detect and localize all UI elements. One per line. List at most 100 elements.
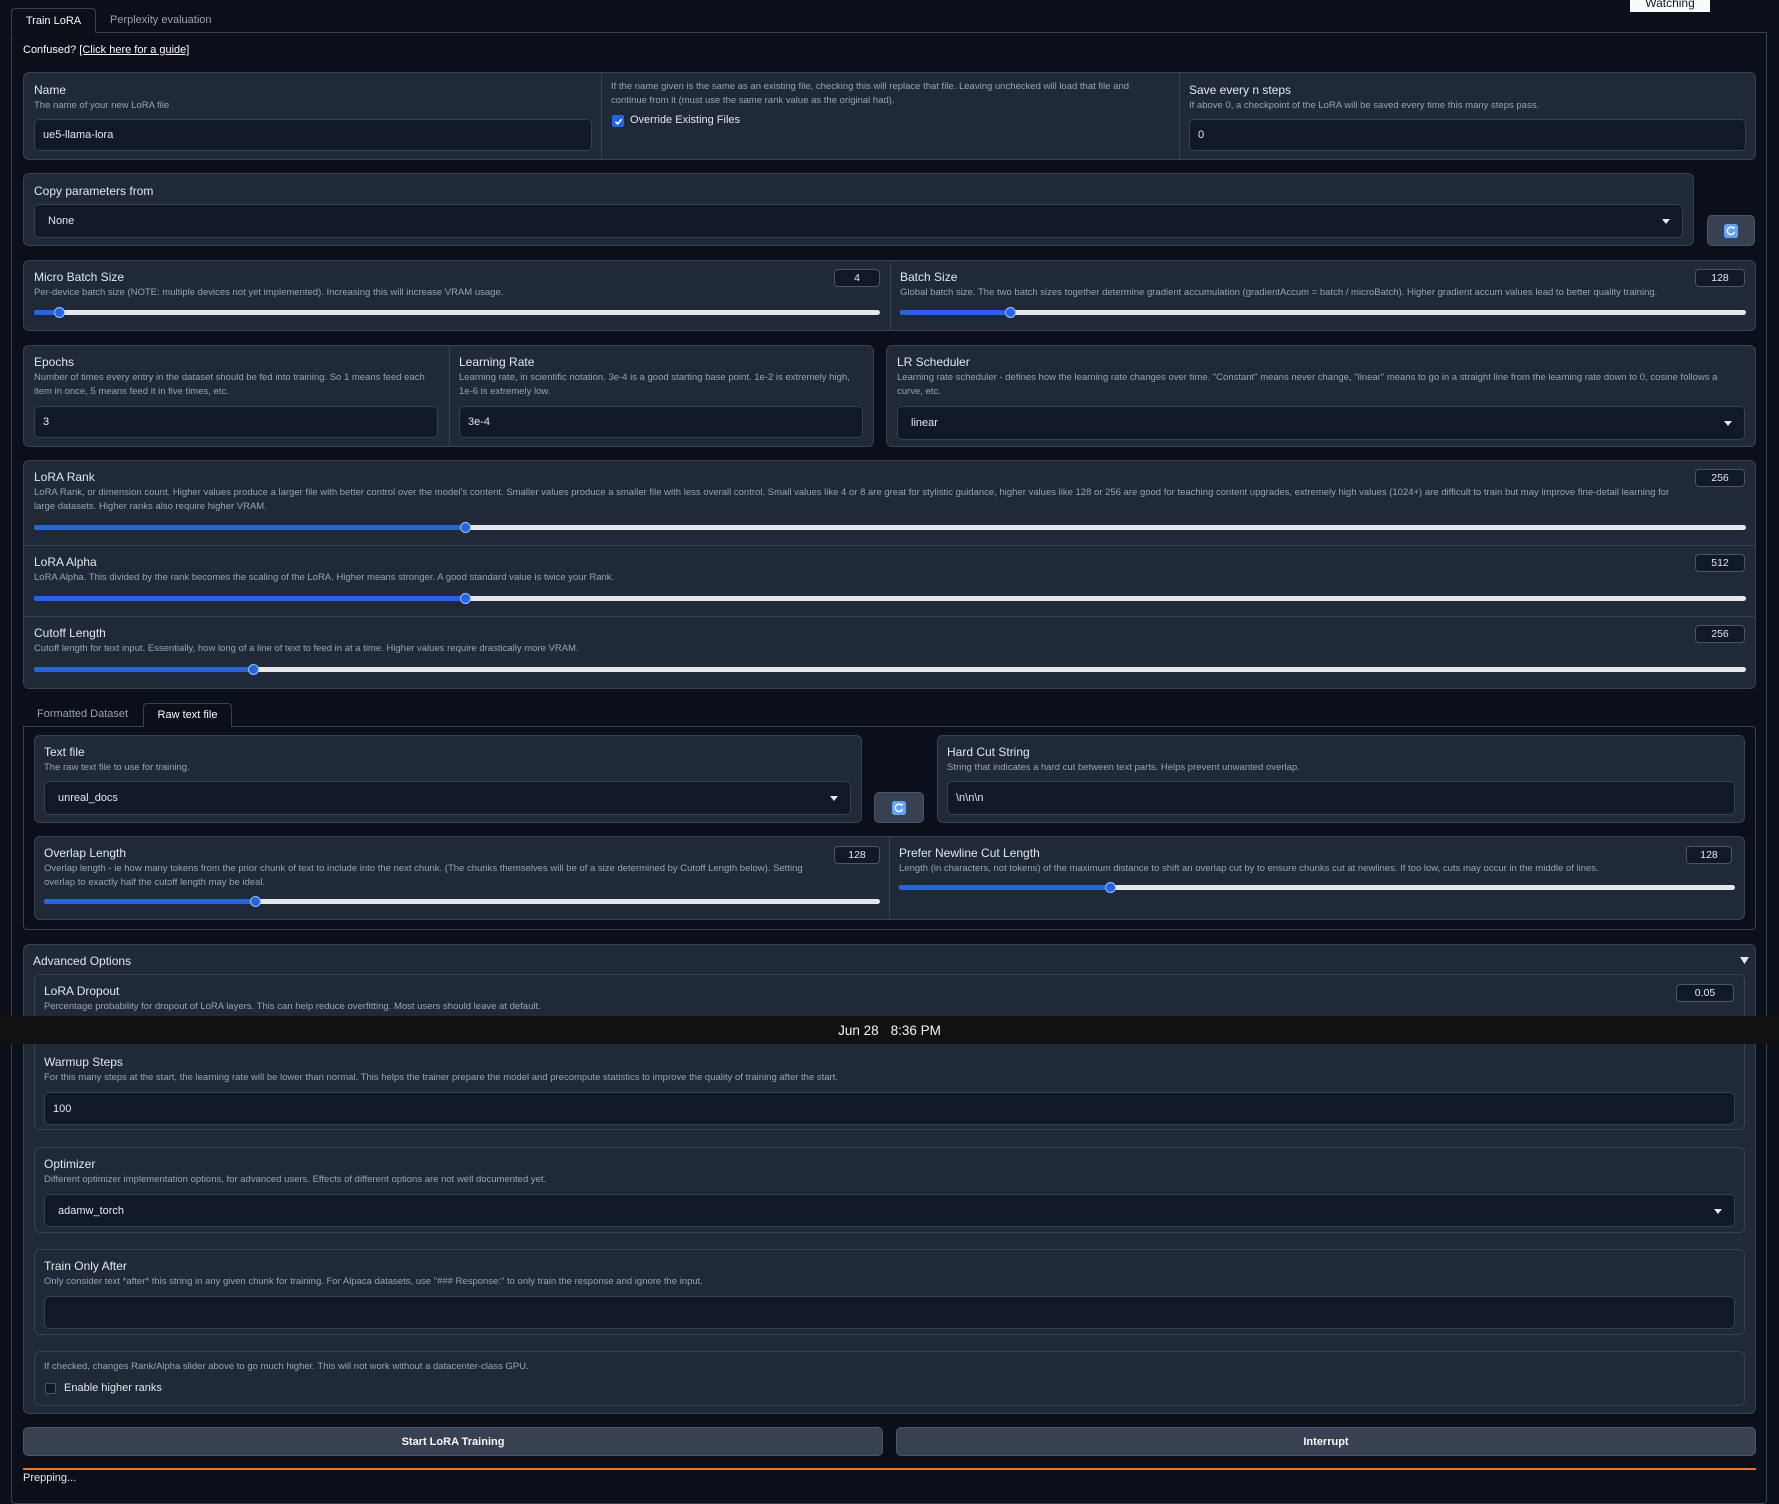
higher-ranks-desc: If checked, changes Rank/Alpha slider ab…	[44, 1361, 529, 1372]
text-file-panel: Text file The raw text file to use for t…	[34, 735, 862, 823]
save-every-label: Save every n steps	[1189, 83, 1292, 97]
higher-ranks-checkbox[interactable]	[45, 1383, 56, 1394]
divider	[24, 616, 1755, 617]
batch-size-label: Batch Size	[900, 270, 958, 284]
collapse-triangle-icon[interactable]	[1740, 957, 1749, 965]
tab-strip-line	[96, 32, 1767, 33]
train-only-after-label: Train Only After	[44, 1259, 127, 1273]
epochs-label: Epochs	[34, 355, 75, 369]
epochs-input[interactable]: 3	[34, 406, 438, 438]
copy-parameters-panel: Copy parameters from None	[23, 173, 1694, 246]
divider	[890, 261, 891, 330]
lr-scheduler-value: linear	[911, 417, 938, 429]
chevron-down-icon	[1662, 219, 1670, 224]
guide-prefix: Confused?	[23, 44, 77, 56]
optimizer-desc: Different optimizer implementation optio…	[44, 1174, 547, 1185]
newline-cut-label: Prefer Newline Cut Length	[899, 846, 1040, 860]
optimizer-dropdown[interactable]: adamw_torch	[44, 1194, 1735, 1227]
micro-batch-desc: Per-device batch size (NOTE: multiple de…	[34, 287, 504, 298]
warmup-steps-panel: Warmup Steps For this many steps at the …	[34, 1044, 1745, 1130]
guide-link[interactable]: [Click here for a guide]	[79, 44, 189, 56]
train-only-after-input[interactable]	[44, 1296, 1735, 1329]
warmup-steps-input[interactable]: 100	[44, 1092, 1735, 1125]
refresh-parameters-button[interactable]	[1707, 215, 1755, 246]
hard-cut-desc: String that indicates a hard cut between…	[947, 762, 1300, 773]
chevron-down-icon	[830, 796, 838, 801]
divider	[889, 837, 890, 919]
copy-parameters-label: Copy parameters from	[34, 184, 154, 198]
cutoff-length-number[interactable]: 256	[1695, 625, 1745, 643]
lr-scheduler-label: LR Scheduler	[897, 355, 970, 369]
save-every-input[interactable]: 0	[1189, 119, 1746, 151]
interrupt-button[interactable]: Interrupt	[896, 1427, 1756, 1456]
name-label: Name	[34, 83, 67, 97]
lr-scheduler-desc: Learning rate scheduler - defines how th…	[897, 372, 1718, 397]
newline-cut-slider[interactable]	[899, 882, 1735, 893]
start-lora-training-button[interactable]: Start LoRA Training	[23, 1427, 883, 1456]
text-file-label: Text file	[44, 745, 85, 759]
advanced-options-label[interactable]: Advanced Options	[33, 954, 131, 968]
lora-rank-label: LoRA Rank	[34, 470, 95, 484]
hard-cut-label: Hard Cut String	[947, 745, 1030, 759]
divider	[24, 545, 1755, 546]
micro-batch-slider[interactable]	[34, 307, 880, 318]
lora-dropout-label: LoRA Dropout	[44, 984, 120, 998]
overlap-length-slider[interactable]	[44, 896, 880, 907]
lora-rank-desc: LoRA Rank, or dimension count. Higher va…	[34, 487, 1670, 512]
lora-rank-slider[interactable]	[34, 522, 1746, 533]
cutoff-length-desc: Cutoff length for text input. Essentiall…	[34, 643, 579, 654]
lr-scheduler-panel: LR Scheduler Learning rate scheduler - d…	[886, 345, 1756, 447]
name-input[interactable]: ue5-llama-lora	[34, 119, 592, 151]
higher-ranks-label: Enable higher ranks	[64, 1382, 162, 1394]
overlap-length-desc: Overlap length - ie how many tokens from…	[44, 863, 803, 888]
lora-dropout-panel: LoRA Dropout 0.05 Percentage probability…	[34, 974, 1745, 1022]
raw-text-tab-top-mask	[144, 725, 231, 727]
newline-cut-number[interactable]: 128	[1686, 846, 1732, 864]
refresh-text-file-button[interactable]	[874, 792, 924, 823]
watching-badge: Watching	[1630, 0, 1710, 12]
epochs-lr-panel: Epochs Number of times every entry in th…	[23, 345, 874, 447]
train-only-after-panel: Train Only After Only consider text *aft…	[34, 1249, 1745, 1335]
cutoff-length-label: Cutoff Length	[34, 626, 106, 640]
tab-train-lora[interactable]: Train LoRA	[11, 8, 96, 33]
override-checkbox[interactable]	[612, 115, 624, 127]
checkmark-icon	[614, 118, 622, 125]
overlap-length-number[interactable]: 128	[834, 846, 880, 864]
refresh-icon	[1724, 223, 1738, 238]
divider	[449, 346, 450, 446]
newline-cut-desc: Length (in characters, not tokens) of th…	[899, 863, 1599, 874]
lora-dropout-number[interactable]: 0.05	[1676, 984, 1734, 1002]
clock-date: Jun 28	[838, 1022, 879, 1038]
warmup-steps-label: Warmup Steps	[44, 1055, 123, 1069]
copy-parameters-dropdown[interactable]: None	[34, 204, 1683, 238]
clock-time: 8:36 PM	[890, 1022, 941, 1038]
tab-raw-text-file[interactable]: Raw text file	[143, 703, 232, 727]
text-file-dropdown[interactable]: unreal_docs	[44, 781, 851, 815]
lora-alpha-number[interactable]: 512	[1695, 554, 1745, 572]
hard-cut-input[interactable]: \n\n\n	[947, 781, 1735, 815]
override-desc: If the name given is the same as an exis…	[611, 81, 1130, 106]
name-desc: The name of your new LoRA file	[34, 100, 170, 111]
lora-rank-number[interactable]: 256	[1695, 469, 1745, 487]
status-text: Prepping...	[23, 1472, 77, 1484]
learning-rate-input[interactable]: 3e-4	[459, 406, 863, 438]
cutoff-length-slider[interactable]	[34, 664, 1746, 675]
refresh-icon	[892, 800, 906, 815]
learning-rate-desc: Learning rate, in scientific notation. 3…	[459, 372, 850, 397]
divider	[601, 73, 602, 159]
guide-line: Confused? [Click here for a guide]	[23, 44, 189, 56]
batch-size-number[interactable]: 128	[1695, 269, 1745, 287]
batch-size-desc: Global batch size. The two batch sizes t…	[900, 287, 1658, 298]
lora-alpha-label: LoRA Alpha	[34, 555, 97, 569]
micro-batch-label: Micro Batch Size	[34, 270, 125, 284]
text-file-value: unreal_docs	[58, 792, 118, 804]
tab-perplexity-evaluation[interactable]: Perplexity evaluation	[110, 14, 212, 26]
system-clock-bar: Jun 28 8:36 PM	[0, 1016, 1779, 1044]
batch-size-slider[interactable]	[900, 307, 1746, 318]
optimizer-value: adamw_torch	[58, 1204, 125, 1217]
tab-formatted-dataset[interactable]: Formatted Dataset	[37, 708, 128, 720]
optimizer-label: Optimizer	[44, 1157, 96, 1171]
lora-alpha-slider[interactable]	[34, 593, 1746, 604]
lr-scheduler-dropdown[interactable]: linear	[897, 406, 1745, 440]
micro-batch-number[interactable]: 4	[834, 269, 880, 287]
